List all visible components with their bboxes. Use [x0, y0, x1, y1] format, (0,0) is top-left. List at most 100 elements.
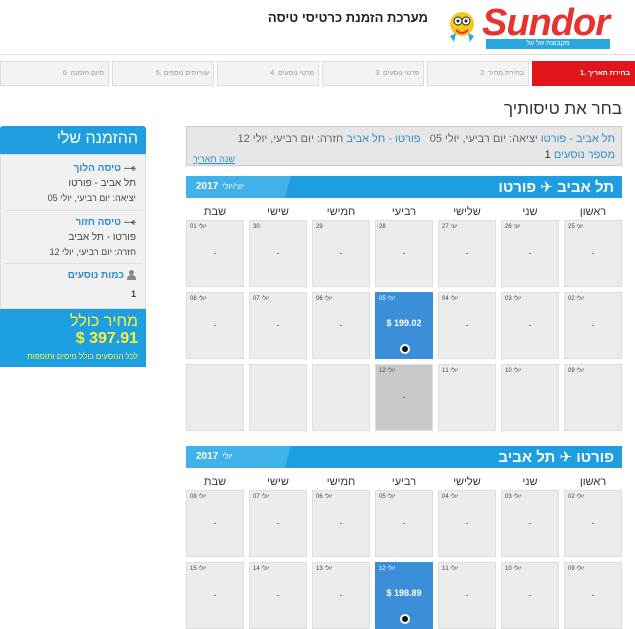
sundor-logo[interactable]: Sundor מקבוצת אל על [438, 2, 618, 50]
day-number: 27 יוני [442, 224, 458, 230]
calendar-day[interactable]: 15 יולי - [186, 562, 244, 629]
calendar-month: 2017 יולי [196, 451, 233, 462]
day-value: - [465, 248, 469, 258]
calendar-day[interactable]: 08 יולי - [186, 292, 244, 359]
day-price: $ 198.89 [386, 588, 422, 598]
step-2[interactable]: 2. בחירת מחיר [427, 61, 529, 86]
calendar-day[interactable]: 06 יולי - [312, 490, 370, 557]
calendar-day[interactable]: 07 יולי - [249, 490, 307, 557]
calendar-day[interactable]: 27 יוני - [438, 220, 496, 287]
day-value: - [213, 248, 217, 258]
summary-passengers-label: מספר נוסעים [553, 149, 615, 161]
calendar-day[interactable]: 02 יולי - [564, 292, 622, 359]
day-number: 28 [379, 224, 386, 230]
site-title: מערכת הזמנת כרטיסי טיסה [267, 10, 428, 25]
calendar-day[interactable] [186, 364, 244, 431]
calendar-year: 2017 [196, 181, 219, 192]
day-number: 13 יולי [316, 566, 333, 572]
day-value: - [213, 518, 217, 528]
calendar-day[interactable] [312, 364, 370, 431]
calendar-day[interactable]: 26 יוני - [501, 220, 559, 287]
plane-icon [124, 219, 136, 225]
calendar-day[interactable]: 11 יולי - [438, 562, 496, 629]
day-number: 05 יולי [379, 494, 396, 500]
day-number: 11 יולי [442, 566, 459, 572]
day-value: - [528, 248, 532, 258]
selected-radio-icon[interactable] [400, 614, 410, 624]
day-number: 04 יולי [442, 296, 459, 302]
day-price: $ 199.02 [386, 318, 422, 328]
day-name: חמישי [326, 476, 356, 488]
day-value: - [591, 248, 595, 258]
selected-radio-icon[interactable] [400, 344, 410, 354]
calendar-day[interactable]: 11 יולי [438, 364, 496, 431]
calendar-day[interactable]: 04 יולי - [438, 292, 496, 359]
my-booking-title: ההזמנה שלי [0, 126, 146, 154]
calendar-day[interactable]: 03 יולי - [501, 292, 559, 359]
day-value: - [591, 518, 595, 528]
passengers-title: כמות נוסעים [68, 270, 136, 281]
calendar-day[interactable]: 05 יולי - [375, 490, 433, 557]
passengers-count: 1 [130, 289, 136, 299]
calendar-day[interactable]: 30 - [249, 220, 307, 287]
outbound-date: יציאה: יום רביעי, יולי 05 [47, 193, 136, 203]
return-calendar: פורטו ✈ תל אביב 2017 יולי ראשון שני שלישי רב… [186, 446, 622, 629]
day-value: - [528, 320, 532, 330]
outbound-route: תל אביב - פורטו [68, 178, 136, 189]
summary-outbound-route[interactable]: תל אביב - פורטו [541, 133, 615, 145]
calendar-day[interactable]: 25 יוני - [564, 220, 622, 287]
calendar-day[interactable]: 01 יולי - [186, 220, 244, 287]
calendar-day[interactable]: 03 יולי - [501, 490, 559, 557]
day-value: - [402, 518, 406, 528]
calendar-day[interactable]: 09 יולי - [564, 562, 622, 629]
total-note: לכל הנוסעים כולל מיסים ותוספות [27, 352, 138, 361]
calendar-day[interactable]: 02 יולי - [564, 490, 622, 557]
day-value: - [276, 518, 280, 528]
calendar-day[interactable]: 09 יולי [564, 364, 622, 431]
calendar-day[interactable] [249, 364, 307, 431]
day-name: שלישי [453, 206, 481, 218]
calendar-day[interactable]: 12 יולי - [375, 364, 433, 431]
calendar-month-name: יוני/יולי [222, 182, 245, 191]
day-value: - [402, 248, 406, 258]
calendar-day[interactable]: 10 יולי - [501, 562, 559, 629]
calendar-day-selected[interactable]: 05 יולי $ 199.02 [375, 292, 433, 359]
day-number: 29 [316, 224, 323, 230]
calendar-day[interactable]: 10 יולי [501, 364, 559, 431]
change-date-link[interactable]: שנה תאריך [193, 154, 235, 164]
calendar-day[interactable]: 06 יולי - [312, 292, 370, 359]
day-value: - [339, 518, 343, 528]
calendar-day-selected[interactable]: 12 יולי $ 198.89 [375, 562, 433, 629]
calendar-day[interactable]: 14 יולי - [249, 562, 307, 629]
calendar-route: פורטו ✈ תל אביב [498, 449, 614, 466]
day-value: - [339, 320, 343, 330]
calendar-day[interactable]: 08 יולי - [186, 490, 244, 557]
day-number: 07 יולי [253, 296, 270, 302]
day-number: 02 יולי [568, 296, 585, 302]
logo-tagline: מקבוצת אל על [486, 39, 610, 49]
day-value: - [276, 320, 280, 330]
calendar-day[interactable]: 13 יולי - [312, 562, 370, 629]
summary-return-text: חזרה: יום רביעי, יולי 12 [237, 133, 344, 145]
day-value: - [465, 320, 469, 330]
day-number: 12 יולי [379, 368, 396, 374]
calendar-day[interactable]: 28 - [375, 220, 433, 287]
day-value: - [339, 590, 343, 600]
calendar-day[interactable]: 07 יולי - [249, 292, 307, 359]
step-5[interactable]: 5. שירותים נוספים [112, 61, 214, 86]
summary-passengers: מספר נוסעים 1 [545, 149, 615, 161]
summary-outbound-text: יציאה: יום רביעי, יולי 05 [429, 133, 538, 145]
calendar-day[interactable]: 04 יולי - [438, 490, 496, 557]
day-value: - [528, 518, 532, 528]
calendar-year: 2017 [196, 451, 219, 462]
step-4[interactable]: 4. פרטי נוסעים [217, 61, 319, 86]
summary-return-route[interactable]: פורטו - תל אביב [346, 133, 420, 145]
step-1[interactable]: 1. בחירת תאריך [532, 61, 635, 86]
step-3[interactable]: 3. פרטי נוסעים [322, 61, 424, 86]
summary-line: תל אביב - פורטו יציאה: יום רביעי, יולי 0… [238, 133, 616, 145]
calendar-header: פורטו ✈ תל אביב 2017 יולי [186, 446, 622, 468]
step-6[interactable]: 6. סיום הזמנה [0, 61, 109, 86]
day-number: 03 יולי [505, 296, 522, 302]
calendar-day[interactable]: 29 - [312, 220, 370, 287]
total-label: מחיר כולל [69, 313, 138, 330]
